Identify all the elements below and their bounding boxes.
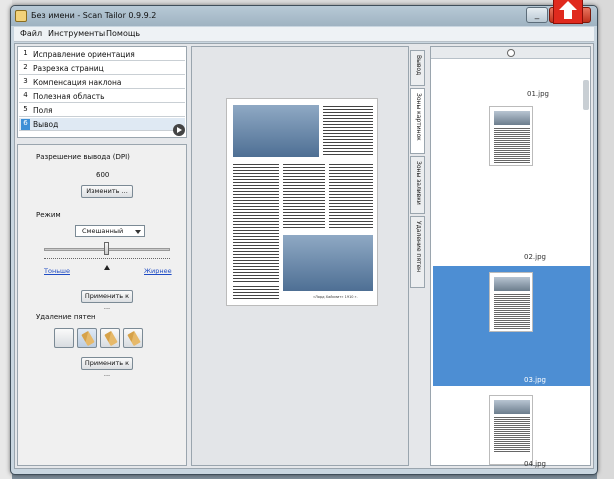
- stage-item-5[interactable]: 5 Поля: [19, 104, 185, 117]
- up-arrow-icon: [553, 0, 583, 24]
- output-options-panel: Разрешение вывода (DPI) 600 Изменить ...…: [17, 144, 187, 466]
- arrow-up-glyph: [559, 1, 577, 19]
- thumbnail-name: 02.jpg: [524, 253, 546, 261]
- tab-label: Удаление пятен: [415, 221, 422, 273]
- menu-tools[interactable]: Инструменты: [48, 29, 105, 38]
- page-text-block: [283, 163, 325, 229]
- despeckle-label: Удаление пятен: [36, 313, 96, 321]
- stage-label: Разрезка страниц: [33, 64, 104, 73]
- center-marker-icon: [104, 265, 110, 270]
- thicker-link[interactable]: Жирнее: [144, 267, 172, 275]
- thumbnail-text: [494, 293, 530, 329]
- output-page-preview: «Лорд Хайсмит» 1910 г.: [226, 98, 378, 306]
- thumbnail-item-selected[interactable]: [489, 272, 533, 332]
- stage-item-3[interactable]: 3 Компенсация наклона: [19, 76, 185, 89]
- stage-item-2[interactable]: 2 Разрезка страниц: [19, 62, 185, 75]
- thumbnail-size-knob[interactable]: [507, 49, 515, 57]
- page-viewer[interactable]: «Лорд Хайсмит» 1910 г.: [191, 46, 409, 466]
- broom-icon: [81, 330, 95, 347]
- stage-item-6[interactable]: 6 Вывод: [19, 118, 185, 131]
- dpi-value: 600: [96, 171, 110, 179]
- thumbnail-item[interactable]: [489, 395, 533, 465]
- apply-to-button[interactable]: Применить к ...: [81, 290, 133, 311]
- despeckle-normal-button[interactable]: [100, 328, 120, 348]
- background-window-right: [597, 0, 614, 479]
- page-photo-bottom: [283, 235, 373, 291]
- stage-number: 6: [21, 119, 30, 130]
- stage-number: 3: [23, 77, 28, 85]
- tab-label: Вывод: [415, 55, 422, 76]
- stage-item-1[interactable]: 1 Исправление ориентация: [19, 48, 185, 61]
- tab-despeckling[interactable]: Удаление пятен: [410, 216, 425, 288]
- page-text-block: [233, 285, 279, 299]
- window-title: Без имени - Scan Tailor 0.9.9.2: [31, 11, 157, 20]
- title-bar: Без имени - Scan Tailor 0.9.9.2 _ ✕: [11, 6, 597, 26]
- page-text-block: [329, 163, 373, 229]
- thumbnail-name: 01.jpg: [527, 90, 549, 98]
- thumbnail-item[interactable]: [489, 106, 533, 166]
- change-dpi-button[interactable]: Изменить ...: [81, 185, 133, 198]
- dpi-label: Разрешение вывода (DPI): [36, 153, 130, 161]
- mode-select[interactable]: Смешанный: [75, 225, 145, 237]
- broom-icon: [127, 330, 141, 347]
- chevron-down-icon: [135, 230, 141, 234]
- stage-number: 1: [23, 49, 28, 57]
- stage-label: Компенсация наклона: [33, 78, 122, 87]
- despeckle-aggressive-button[interactable]: [123, 328, 143, 348]
- despeckle-off-button[interactable]: [54, 328, 74, 348]
- app-window: Без имени - Scan Tailor 0.9.9.2 _ ✕ Файл…: [10, 5, 598, 475]
- tab-fill-zones[interactable]: Зоны заливки: [410, 156, 425, 214]
- tab-output[interactable]: Вывод: [410, 50, 425, 86]
- thumbnail-photo: [494, 277, 530, 291]
- threshold-ticks: [44, 258, 170, 261]
- minimize-button[interactable]: _: [526, 7, 548, 23]
- stage-number: 5: [23, 105, 28, 113]
- view-tabs: Вывод Зоны картинок Зоны заливки Удалени…: [410, 46, 426, 466]
- menu-file[interactable]: Файл: [20, 29, 42, 38]
- apply-despeckle-button[interactable]: Применить к ...: [81, 357, 133, 378]
- stage-number: 2: [23, 63, 28, 71]
- despeckle-cautious-button[interactable]: [77, 328, 97, 348]
- page-photo-top: [233, 105, 319, 157]
- page-caption: «Лорд Хайсмит» 1910 г.: [313, 295, 358, 299]
- menu-bar: Файл Инструменты Помощь: [14, 27, 594, 42]
- mode-select-value: Смешанный: [82, 227, 124, 235]
- mode-label: Режим: [36, 211, 61, 219]
- stage-label: Полезная область: [33, 92, 105, 101]
- thumbnail-scrollbar[interactable]: [583, 80, 589, 110]
- thumbnail-photo: [494, 111, 530, 125]
- thumbnail-photo: [494, 400, 530, 414]
- thumbnail-list[interactable]: 01.jpg 02.jpg 03.jpg 04.jpg: [431, 60, 590, 468]
- stage-number: 4: [23, 91, 28, 99]
- menu-help[interactable]: Помощь: [106, 29, 140, 38]
- thumbnail-text: [494, 127, 530, 163]
- run-batch-button[interactable]: [173, 124, 185, 136]
- threshold-slider-thumb[interactable]: [104, 242, 109, 255]
- thumbnail-text: [494, 416, 530, 452]
- tab-picture-zones[interactable]: Зоны картинок: [410, 88, 425, 154]
- thumbnail-toolbar: [431, 47, 590, 59]
- app-icon: [15, 10, 27, 22]
- page-text-block: [233, 163, 279, 283]
- broom-icon: [104, 330, 118, 347]
- thumbnail-panel: 01.jpg 02.jpg 03.jpg 04.jpg: [430, 46, 591, 468]
- stage-item-4[interactable]: 4 Полезная область: [19, 90, 185, 103]
- tab-label: Зоны картинок: [415, 93, 422, 141]
- main-content: 1 Исправление ориентация 2 Разрезка стра…: [14, 43, 594, 469]
- thumbnail-name: 04.jpg: [524, 460, 546, 468]
- stage-label: Вывод: [33, 120, 59, 129]
- tab-label: Зоны заливки: [415, 161, 422, 205]
- stages-list: 1 Исправление ориентация 2 Разрезка стра…: [17, 46, 187, 138]
- stage-label: Поля: [33, 106, 53, 115]
- thinner-link[interactable]: Тоньше: [44, 267, 70, 275]
- stage-label: Исправление ориентация: [33, 50, 135, 59]
- thumbnail-name: 03.jpg: [524, 376, 546, 384]
- page-text-block: [323, 105, 373, 157]
